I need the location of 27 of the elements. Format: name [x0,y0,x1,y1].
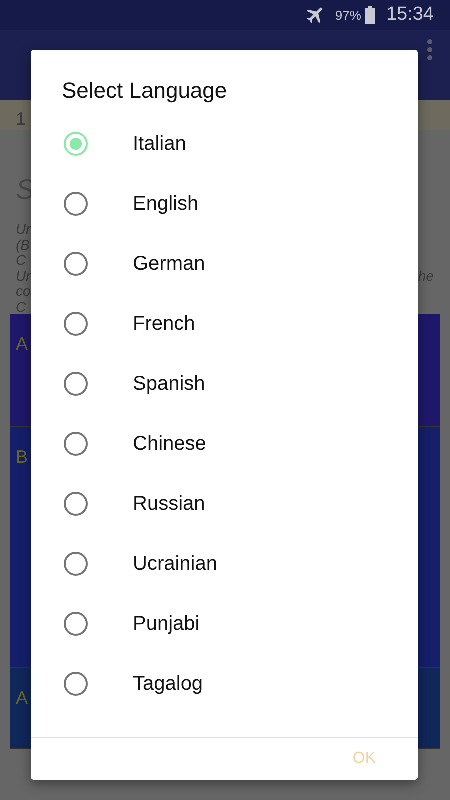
language-option[interactable]: Punjabi [31,594,418,654]
radio-button[interactable] [64,552,88,576]
radio-button[interactable] [64,252,88,276]
battery-icon [365,6,376,24]
panel-label: B [16,447,28,467]
radio-button[interactable] [64,372,88,396]
language-option[interactable]: Italian [31,116,418,174]
radio-button[interactable] [64,312,88,336]
language-option[interactable]: German [31,234,418,294]
language-option[interactable]: Russian [31,474,418,534]
language-option[interactable]: Spanish [31,354,418,414]
language-option[interactable]: Chinese [31,414,418,474]
radio-button[interactable] [64,432,88,456]
battery-level: 97% [335,8,362,22]
radio-button[interactable] [64,672,88,696]
panel-label: A [16,688,28,708]
language-option[interactable]: English [31,174,418,234]
menu-icon[interactable] [426,38,434,62]
clock: 15:34 [386,4,434,26]
language-option[interactable]: Ucrainian [31,534,418,594]
dialog-title: Select Language [61,77,228,105]
radio-button[interactable] [64,492,88,516]
panel-label: A [16,334,28,354]
radio-button[interactable] [64,612,88,636]
language-option[interactable]: French [31,294,418,354]
radio-button[interactable] [64,192,88,216]
language-option[interactable]: Tagalog [31,654,418,714]
